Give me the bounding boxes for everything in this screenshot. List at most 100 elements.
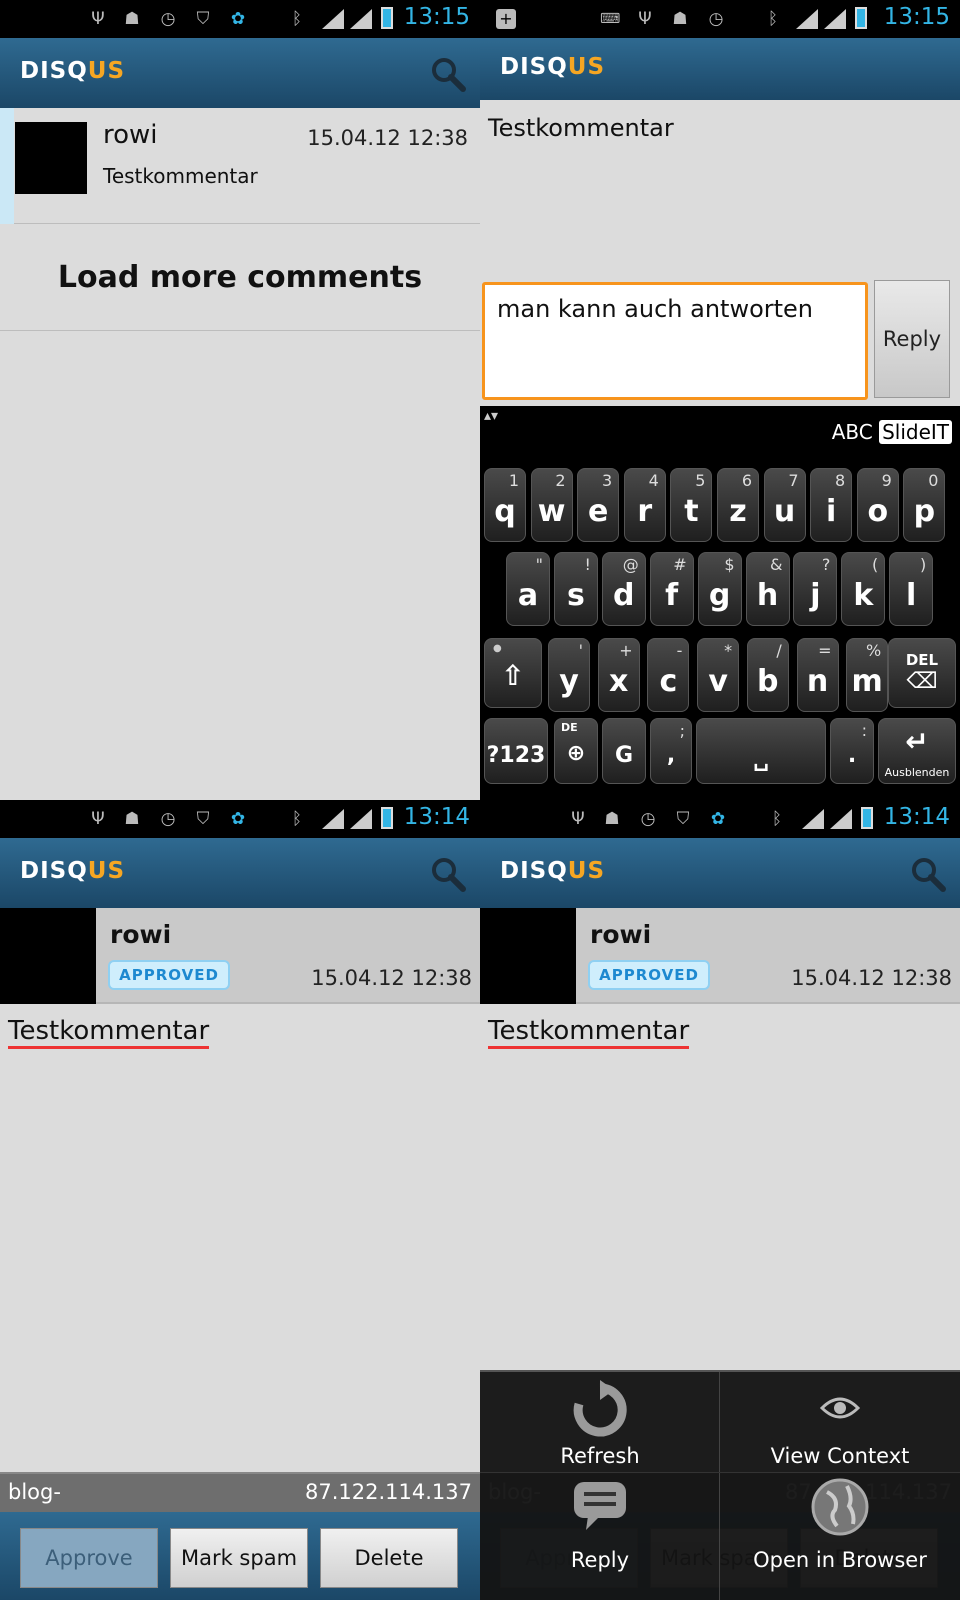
status-badge: APPROVED [108,960,230,990]
menu-item-reply[interactable]: Reply [480,1472,720,1587]
moderation-bar: Approve Mark spam Delete [0,1512,480,1600]
load-more-button[interactable]: Load more comments [0,225,480,331]
key-g[interactable]: $ g [697,552,742,626]
key-s[interactable]: ! s [553,552,598,626]
key-secondary-label: & [770,555,783,574]
signal-icon [824,9,846,29]
key-c[interactable]: -c [647,638,690,712]
key-x[interactable]: + x [597,638,640,712]
comma-key[interactable]: ; , [650,718,692,784]
options-menu: Refresh View Context Reply Open in Brows… [480,1370,960,1600]
g-key[interactable]: G [602,718,646,784]
key-o[interactable]: 9o [856,468,899,542]
key-secondary-label: @ [622,555,639,574]
comment-header: rowi APPROVED 15.04.12 12:38 [0,908,480,1004]
key-r[interactable]: 4r [623,468,666,542]
approve-button[interactable]: Approve [20,1528,158,1588]
key-m[interactable]: % m [846,638,889,712]
key-secondary-label: $ [724,555,735,574]
key-label: d [613,578,635,613]
input-mode-switch[interactable]: ABC SlideIT [832,420,952,444]
wifi-icon [802,809,824,829]
key-d[interactable]: @ d [601,552,646,626]
key-label: f [665,578,679,613]
enter-key[interactable]: ↵ Ausblenden [878,718,956,784]
menu-item-refresh[interactable]: Refresh [480,1372,720,1487]
key-u[interactable]: 7u [763,468,806,542]
status-bar: Ψ ☗ ◷ ⛉ ✿ ᛒ 13:14 [0,800,480,838]
key-secondary-label: # [673,555,687,574]
shift-key[interactable]: ● ⇧ [484,638,542,708]
reply-screen: + ⌨ Ψ ☗ ◷ ᛒ 13:15 DISQUS Testkommentar m… [480,0,960,800]
key-i[interactable]: 8i [810,468,853,542]
comment-detail-screen: Ψ ☗ ◷ ⛉ ✿ ᛒ 13:14 DISQUS rowi APPROVED 1… [0,800,480,1600]
shift-icon: ⇧ [501,659,525,692]
alarm-icon: ◷ [640,809,656,829]
search-icon[interactable] [430,56,466,92]
key-label: p [913,494,936,529]
alarm-icon: ◷ [160,809,176,829]
eye-icon [820,1397,860,1419]
key-v[interactable]: * v [697,638,740,712]
key-label: x [609,664,629,699]
comment-date: 15.04.12 12:38 [307,126,468,150]
key-label: y [559,664,579,699]
key-b[interactable]: / b [746,638,789,712]
search-icon[interactable] [430,856,466,892]
add-notification-icon: + [496,9,516,29]
key-y[interactable]: ' y [548,638,590,712]
disqus-logo: DISQUS [20,58,126,84]
key-secondary-label: 9 [881,471,892,490]
search-icon[interactable] [910,856,946,892]
key-a[interactable]: " a [506,552,550,626]
key-k[interactable]: (k [841,552,886,626]
original-comment: Testkommentar [488,114,674,142]
reply-input[interactable]: man kann auch antworten [482,282,868,400]
key-w[interactable]: 2w [530,468,573,542]
key-l[interactable]: ) l [889,552,934,626]
key-h[interactable]: & h [745,552,790,626]
symbols-key[interactable]: ?123 [484,718,548,784]
comment-author: rowi [590,920,652,949]
menu-item-view-context[interactable]: View Context [720,1372,960,1487]
space-key[interactable]: ␣ [696,718,826,784]
key-j[interactable]: ? j [793,552,838,626]
mark-spam-button[interactable]: Mark spam [170,1528,308,1588]
comment-author: rowi [110,920,172,949]
alarm-icon: ◷ [160,9,176,29]
delete-key[interactable]: DEL ⌫ [888,638,956,708]
key-q[interactable]: 1q [484,468,526,542]
android-debug-icon: ☗ [672,9,688,29]
key-label: g [708,578,731,613]
key-z[interactable]: 6z [717,468,759,542]
unread-indicator [0,108,14,224]
comment-ip: 87.122.114.137 [305,1480,472,1504]
comment-body: Testkommentar [8,1016,210,1049]
key-t[interactable]: 5t [670,468,713,542]
period-key[interactable]: : . [830,718,874,784]
key-n[interactable]: = n [796,638,839,712]
delete-button[interactable]: Delete [320,1528,458,1588]
key-secondary-label: 0 [928,471,939,490]
space-icon: ␣ [753,747,769,772]
key-p[interactable]: 0p [903,468,946,542]
menu-item-open-in-browser[interactable]: Open in Browser [720,1472,960,1587]
disqus-logo: DISQUS [20,858,126,884]
comment-detail-menu-screen: Ψ ☗ ◷ ⛉ ✿ ᛒ 13:14 DISQUS rowi APPROVED 1… [480,800,960,1600]
resize-handle-icon[interactable]: ▴▾ [484,408,498,424]
key-label: l [906,578,917,613]
key-f[interactable]: # f [649,552,694,626]
comment-date: 15.04.12 12:38 [311,966,472,990]
battery-icon [855,7,867,29]
key-secondary-label: ' [578,641,583,660]
language-key[interactable]: DE ⊕ [554,718,598,784]
reply-button[interactable]: Reply [874,280,950,398]
key-e[interactable]: 3e [577,468,620,542]
key-secondary-label: 2 [555,471,566,490]
shield-icon: ⛉ [196,9,210,29]
usb-icon: Ψ [91,809,105,829]
comment-list-item[interactable]: rowi 15.04.12 12:38 Testkommentar [0,108,480,224]
key-secondary-label: ? [821,555,831,574]
key-label: v [708,664,728,699]
clock: 13:15 [883,4,950,30]
